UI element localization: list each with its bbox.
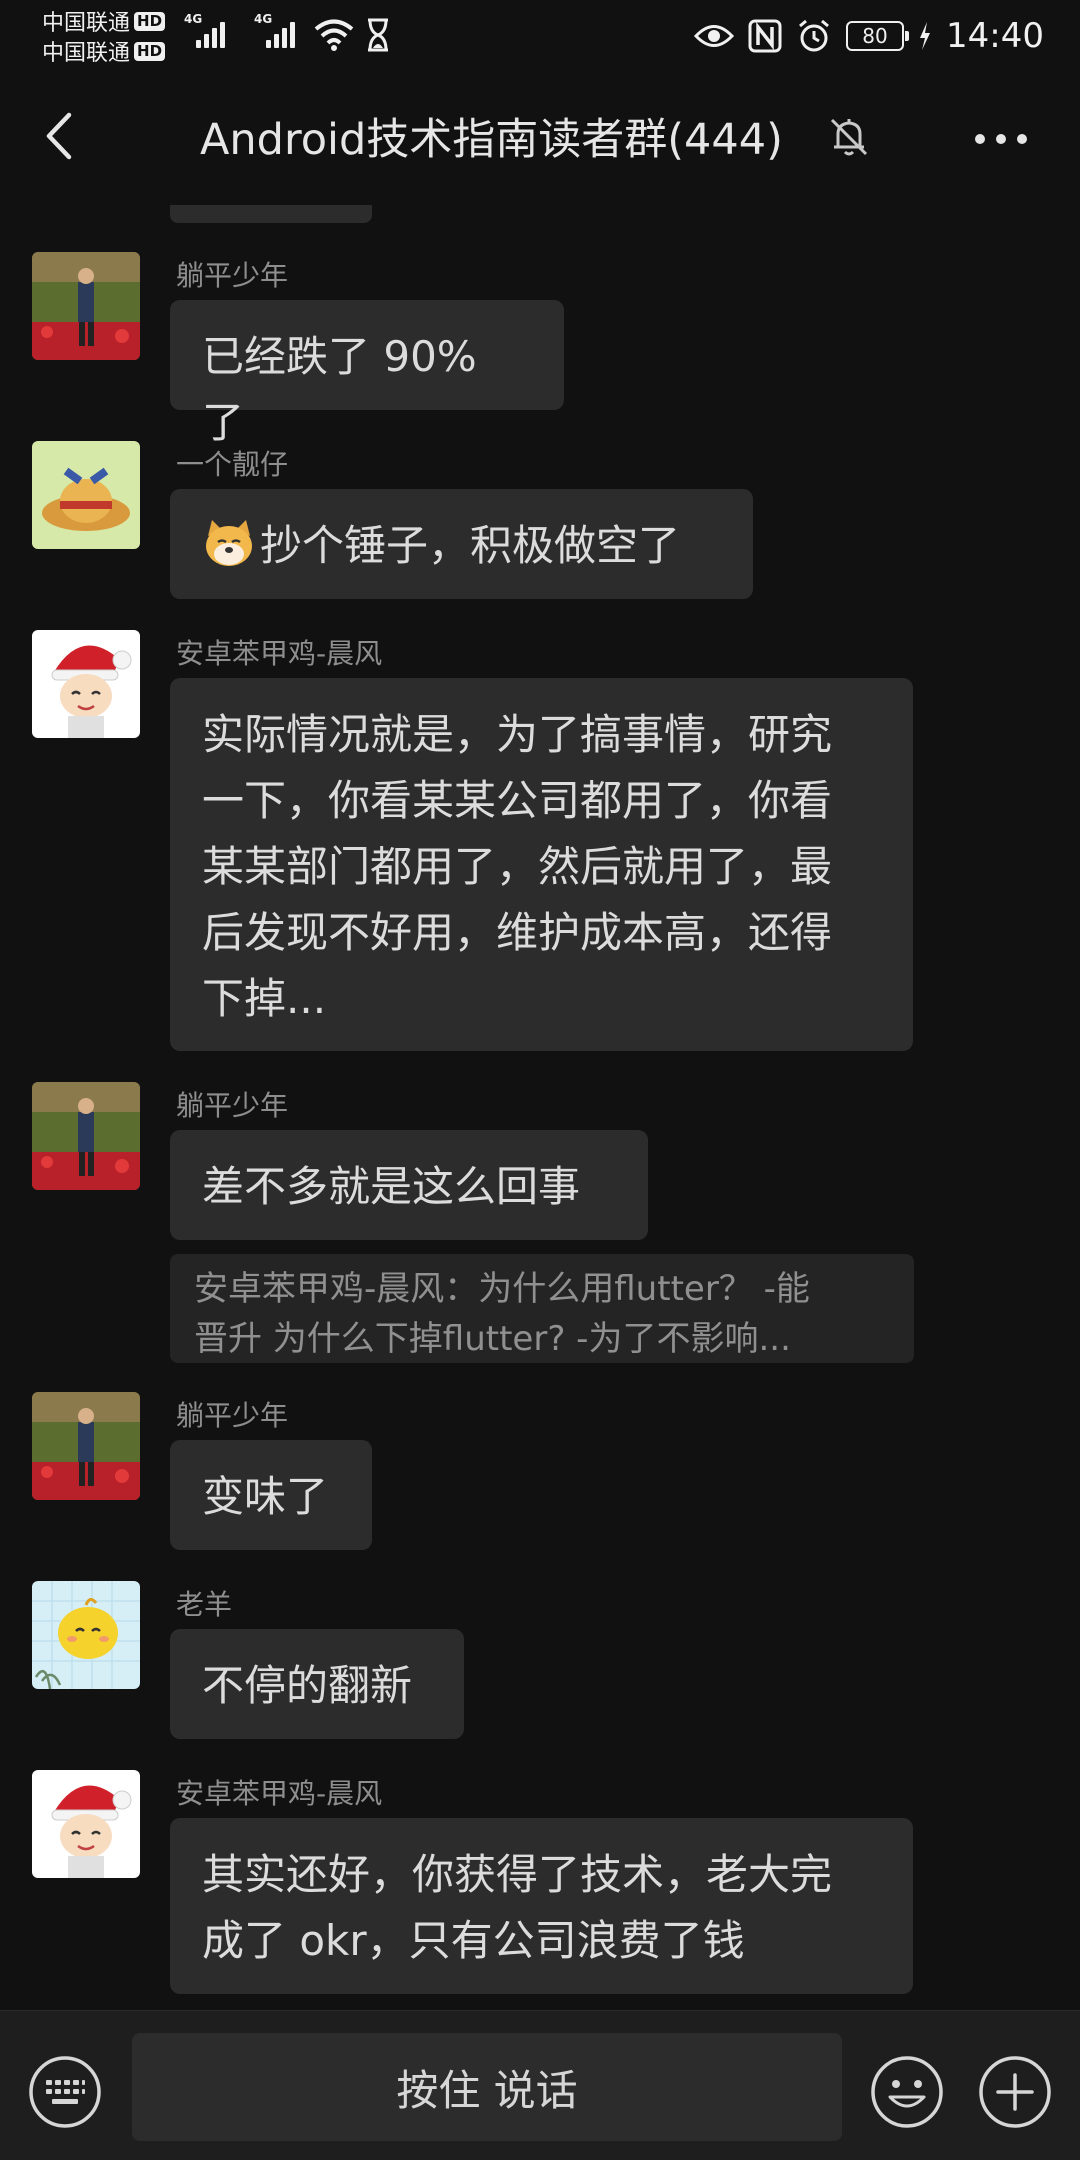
avatar[interactable] xyxy=(32,630,140,738)
avatar-image xyxy=(32,1770,140,1878)
back-icon xyxy=(46,112,72,160)
message-text: 已经跌了 90% 了 xyxy=(202,332,477,447)
sender-name: 老羊 xyxy=(176,1588,233,1621)
doge-emoji-icon xyxy=(206,520,252,566)
message-text: 抄个锤子，积极做空了 xyxy=(202,513,721,579)
quote-text-line: 晋升 为什么下掉flutter? -为了不影响... xyxy=(194,1319,791,1359)
chat-title: Android技术指南读者群(444) xyxy=(200,115,783,165)
sender-name: 躺平少年 xyxy=(176,1089,289,1122)
avatar-image xyxy=(32,441,140,549)
message-bubble[interactable]: 差不多就是这么回事 xyxy=(170,1130,648,1240)
message-bubble[interactable]: 已经跌了 90% 了 xyxy=(170,300,564,447)
message-text-line: 其实还好，你获得了技术，老大完 xyxy=(202,1850,833,1899)
avatar-image xyxy=(32,1392,140,1500)
hd-badge: HD xyxy=(134,41,166,61)
carrier-name: 中国联通 xyxy=(42,11,131,36)
hold-to-talk-label: 按住 说话 xyxy=(396,2065,578,2115)
eye-icon xyxy=(694,25,735,47)
message-text-line: 下掉... xyxy=(202,974,327,1023)
message-text-line: 后发现不好用，维护成本高，还得 xyxy=(202,908,833,957)
plus-icon[interactable] xyxy=(978,2055,1052,2129)
avatar[interactable] xyxy=(32,1770,140,1878)
message-bubble[interactable]: 不停的翻新 xyxy=(170,1629,464,1739)
status-bar: 中国联通 HD 中国联通 HD 4G 4G 80 14:40 xyxy=(0,0,1080,70)
avatar-image xyxy=(32,630,140,738)
more-button[interactable] xyxy=(966,114,1036,164)
wifi-icon xyxy=(314,19,354,51)
sender-name: 安卓苯甲鸡-晨风 xyxy=(176,1777,383,1810)
message-text-line: 一下，你看某某公司都用了，你看 xyxy=(202,776,833,825)
avatar-image xyxy=(32,1581,140,1689)
alarm-icon xyxy=(799,19,829,52)
avatar[interactable] xyxy=(32,1392,140,1500)
message-text: 变味了 xyxy=(202,1472,329,1521)
message-list[interactable]: 躺平少年 已经跌了 90% 了 一个靓仔 抄个锤子，积极做空了 安卓苯甲鸡-晨风… xyxy=(0,205,1080,2010)
carrier-info: 中国联通 HD 中国联通 HD xyxy=(42,6,182,66)
status-icons-right: 80 14:40 xyxy=(694,14,1044,58)
message-text-line: 成了 okr，只有公司浪费了钱 xyxy=(202,1916,745,1965)
battery-level: 80 xyxy=(862,24,888,48)
message-bubble[interactable]: 抄个锤子，积极做空了 xyxy=(170,489,753,599)
hourglass-icon xyxy=(368,18,388,52)
avatar[interactable] xyxy=(32,1082,140,1190)
input-bar: 按住 说话 xyxy=(0,2010,1080,2160)
avatar-image xyxy=(32,1082,140,1190)
more-icon xyxy=(975,134,1027,144)
sender-name: 躺平少年 xyxy=(176,1399,289,1432)
message-text-line: 某某部门都用了，然后就用了，最 xyxy=(202,842,833,891)
message-bubble[interactable] xyxy=(170,205,372,223)
hold-to-talk-button[interactable]: 按住 说话 xyxy=(132,2033,842,2141)
mute-bell-icon xyxy=(830,118,868,156)
clock: 14:40 xyxy=(946,16,1044,56)
message-bubble[interactable]: 其实还好，你获得了技术，老大完 成了 okr，只有公司浪费了钱 xyxy=(170,1818,913,1994)
quoted-message[interactable]: 安卓苯甲鸡-晨风：为什么用flutter？ -能 晋升 为什么下掉flutter… xyxy=(170,1254,914,1363)
keyboard-icon[interactable] xyxy=(28,2055,102,2129)
avatar[interactable] xyxy=(32,252,140,360)
charging-icon xyxy=(920,22,931,50)
message-bubble[interactable]: 实际情况就是，为了搞事情，研究 一下，你看某某公司都用了，你看 某某部门都用了，… xyxy=(170,678,913,1051)
hd-badge: HD xyxy=(134,11,166,31)
battery-indicator: 80 xyxy=(846,21,910,51)
chat-screen: 中国联通 HD 中国联通 HD 4G 4G 80 14:40 Android技术… xyxy=(0,0,1080,2160)
carrier-name: 中国联通 xyxy=(42,41,131,66)
sender-name: 安卓苯甲鸡-晨风 xyxy=(176,637,383,670)
nfc-icon xyxy=(748,19,782,53)
sender-name: 躺平少年 xyxy=(176,259,289,292)
message-text: 差不多就是这么回事 xyxy=(202,1162,581,1211)
title-bar: Android技术指南读者群(444) xyxy=(0,70,1080,205)
avatar-image xyxy=(32,252,140,360)
quote-text-line: 安卓苯甲鸡-晨风：为什么用flutter？ -能 xyxy=(194,1269,810,1309)
sender-name: 一个靓仔 xyxy=(176,448,289,481)
back-button[interactable] xyxy=(28,106,88,166)
message-bubble[interactable]: 变味了 xyxy=(170,1440,372,1550)
emoji-icon[interactable] xyxy=(870,2055,944,2129)
avatar[interactable] xyxy=(32,1581,140,1689)
message-text-line: 实际情况就是，为了搞事情，研究 xyxy=(202,710,833,759)
avatar[interactable] xyxy=(32,441,140,549)
message-text-content: 抄个锤子，积极做空了 xyxy=(260,521,681,570)
message-text: 不停的翻新 xyxy=(202,1661,413,1710)
